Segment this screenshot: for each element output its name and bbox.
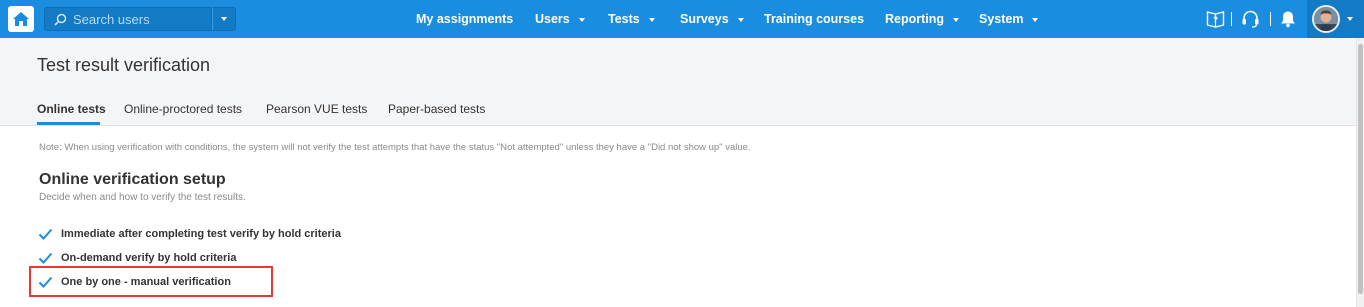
tab-pearson-vue-tests[interactable]: Pearson VUE tests bbox=[266, 102, 367, 116]
nav-reporting[interactable]: Reporting bbox=[885, 0, 960, 38]
nav-label: My assignments bbox=[416, 12, 514, 26]
chevron-down-icon bbox=[1032, 17, 1039, 22]
top-navigation-bar: My assignments Users Tests Surveys Train… bbox=[0, 0, 1364, 38]
scrollbar-thumb[interactable] bbox=[1358, 44, 1363, 294]
nav-training-courses[interactable]: Training courses bbox=[764, 0, 864, 38]
chevron-down-icon bbox=[578, 17, 585, 22]
checkmark-icon bbox=[38, 228, 53, 240]
avatar bbox=[1312, 5, 1340, 33]
section-title: Online verification setup bbox=[39, 171, 226, 188]
chevron-down-icon bbox=[221, 17, 227, 21]
notifications-button[interactable] bbox=[1279, 9, 1297, 29]
divider bbox=[1270, 12, 1271, 26]
option-label: On-demand verify by hold criteria bbox=[61, 252, 237, 264]
chevron-down-icon bbox=[648, 17, 655, 22]
nav-label: System bbox=[979, 12, 1024, 26]
home-button[interactable] bbox=[8, 6, 34, 32]
option-label: Immediate after completing test verify b… bbox=[61, 228, 341, 240]
nav-surveys[interactable]: Surveys bbox=[680, 0, 744, 38]
tab-online-tests[interactable]: Online tests bbox=[37, 102, 106, 116]
nav-my-assignments[interactable]: My assignments bbox=[416, 0, 513, 38]
verification-note: Note: When using verification with condi… bbox=[39, 142, 751, 153]
home-icon bbox=[13, 12, 29, 26]
nav-label: Tests bbox=[608, 12, 640, 26]
nav-label: Surveys bbox=[680, 12, 729, 26]
option-on-demand-verify[interactable]: On-demand verify by hold criteria bbox=[38, 250, 236, 266]
chevron-down-icon bbox=[953, 17, 960, 22]
svg-text:?: ? bbox=[1213, 16, 1218, 25]
checkbox[interactable] bbox=[38, 275, 53, 290]
checkmark-icon bbox=[38, 252, 53, 264]
nav-tests[interactable]: Tests bbox=[608, 0, 655, 38]
page-header: Test result verification Online tests On… bbox=[0, 38, 1356, 126]
profile-menu[interactable] bbox=[1307, 0, 1364, 38]
bell-icon bbox=[1281, 11, 1295, 28]
nav-label: Training courses bbox=[764, 12, 865, 26]
checkbox[interactable] bbox=[38, 227, 53, 242]
search-input[interactable] bbox=[73, 11, 203, 27]
tab-online-proctored-tests[interactable]: Online-proctored tests bbox=[124, 102, 242, 116]
search-filter-dropdown[interactable] bbox=[212, 7, 236, 31]
chevron-down-icon bbox=[1347, 17, 1353, 21]
checkbox[interactable] bbox=[38, 251, 53, 266]
help-book-icon: ? bbox=[1206, 11, 1224, 28]
divider bbox=[1231, 12, 1232, 26]
nav-label: Users bbox=[535, 12, 570, 26]
search-icon bbox=[54, 13, 67, 26]
active-tab-indicator bbox=[37, 122, 100, 125]
support-button[interactable] bbox=[1240, 9, 1260, 29]
chevron-down-icon bbox=[737, 17, 744, 22]
option-immediate-verify[interactable]: Immediate after completing test verify b… bbox=[38, 226, 341, 242]
section-description: Decide when and how to verify the test r… bbox=[39, 192, 246, 203]
headset-icon bbox=[1242, 10, 1258, 28]
page-title: Test result verification bbox=[37, 55, 211, 75]
nav-label: Reporting bbox=[885, 12, 945, 26]
option-label: One by one - manual verification bbox=[61, 276, 231, 288]
nav-system[interactable]: System bbox=[979, 0, 1039, 38]
tab-paper-based-tests[interactable]: Paper-based tests bbox=[388, 102, 485, 116]
help-button[interactable]: ? bbox=[1205, 9, 1225, 29]
nav-users[interactable]: Users bbox=[535, 0, 585, 38]
search-box bbox=[44, 7, 212, 31]
option-manual-verification[interactable]: One by one - manual verification bbox=[38, 274, 231, 290]
checkmark-icon bbox=[38, 276, 53, 288]
